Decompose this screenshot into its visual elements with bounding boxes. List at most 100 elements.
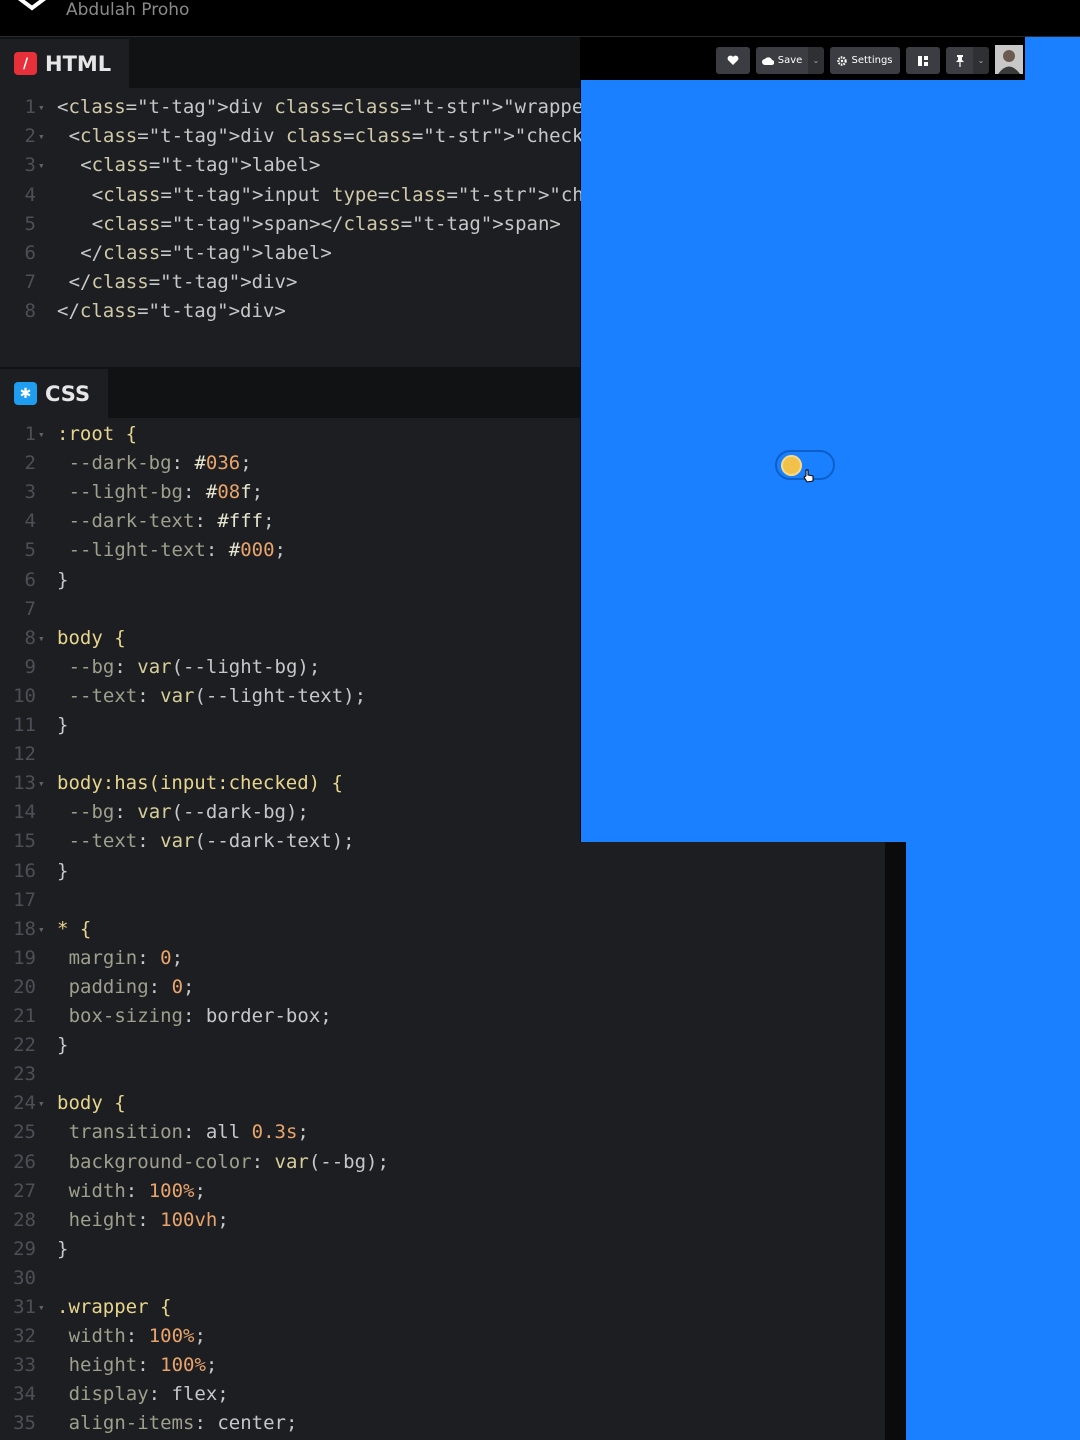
tab-html[interactable]: / HTML [0, 39, 130, 88]
code-text: body { [57, 1092, 126, 1115]
codepen-logo-icon[interactable] [12, 0, 52, 14]
line-number: 15 [13, 830, 36, 853]
code-line[interactable]: 35 align-items: center; [0, 1409, 580, 1438]
code-line[interactable]: 17 [0, 886, 580, 915]
code-text: --dark-text: #fff; [68, 510, 275, 533]
fold-arrow-icon[interactable]: ▾ [38, 93, 45, 122]
code-line[interactable]: 12 [0, 740, 580, 769]
line-number: 2 [24, 125, 36, 148]
top-bar: Abdulah Proho [0, 0, 1080, 37]
line-number: 20 [13, 975, 36, 998]
code-text: align-items: center; [68, 1412, 298, 1435]
code-line[interactable]: 29} [0, 1235, 580, 1264]
code-line[interactable]: 6} [0, 566, 580, 595]
line-number: 34 [13, 1383, 36, 1406]
code-line[interactable]: 4 <class="t-tag">input type=class="t-str"… [0, 181, 676, 210]
code-line[interactable]: 5 --light-text: #000; [0, 536, 580, 565]
settings-button[interactable]: Settings [830, 47, 900, 74]
code-text: box-sizing: border-box; [68, 1005, 332, 1027]
code-line[interactable]: 23 [0, 1060, 580, 1089]
fold-arrow-icon[interactable]: ▾ [38, 915, 45, 944]
pin-dropdown-button[interactable]: ⌄ [973, 47, 989, 74]
author-name[interactable]: Abdulah Proho [66, 0, 189, 20]
layout-button[interactable] [906, 47, 940, 74]
code-text: <class="t-tag">label> [80, 154, 321, 177]
fold-arrow-icon[interactable]: ▾ [38, 122, 45, 151]
code-text: <class="t-tag">div class=class="t-str">"… [57, 96, 618, 118]
tab-css[interactable]: ✱ CSS [0, 369, 109, 418]
code-line[interactable]: 7 </class="t-tag">div> [0, 268, 580, 297]
code-line[interactable]: 20 padding: 0; [0, 973, 580, 1002]
pin-icon [955, 54, 964, 67]
code-line[interactable]: 19 margin: 0; [0, 944, 580, 973]
line-number: 33 [13, 1354, 36, 1377]
code-line[interactable]: 2 ▾ <class="t-tag">div class=class="t-str"… [0, 122, 641, 151]
sun-icon [781, 455, 802, 476]
fold-arrow-icon[interactable]: ▾ [38, 420, 45, 449]
code-line[interactable]: 24 ▾ body { [0, 1089, 580, 1118]
code-line[interactable]: 8 </class="t-tag">div> [0, 297, 580, 326]
line-number: 1 [24, 96, 36, 118]
code-text: width: 100%; [68, 1179, 206, 1202]
code-text: * { [57, 917, 92, 940]
code-line[interactable]: 26 background-color: var(--bg); [0, 1148, 580, 1177]
scrollbar[interactable] [885, 842, 906, 1440]
code-line[interactable]: 4 --dark-text: #fff; [0, 507, 580, 536]
code-line[interactable]: 22} [0, 1031, 580, 1060]
code-line[interactable]: 11} [0, 711, 580, 740]
pin-button[interactable] [946, 47, 973, 74]
code-line[interactable]: 32 width: 100%; [0, 1322, 580, 1351]
code-line[interactable]: 27 width: 100%; [0, 1177, 580, 1206]
fold-arrow-icon[interactable]: ▾ [38, 624, 45, 653]
code-line[interactable]: 15 --text: var(--dark-text); [0, 827, 580, 856]
code-line[interactable]: 16} [0, 857, 580, 886]
code-text: margin: 0; [68, 946, 184, 969]
code-line[interactable]: 10 --text: var(--light-text); [0, 682, 580, 711]
code-line[interactable]: 1 ▾ :root { [0, 420, 580, 449]
code-line[interactable]: 13 ▾ body:has(input:checked) { [0, 769, 580, 798]
code-text: :root { [57, 423, 138, 445]
line-number: 21 [13, 1005, 36, 1027]
fold-arrow-icon[interactable]: ▾ [38, 1089, 45, 1118]
fold-arrow-icon[interactable]: ▾ [38, 151, 45, 180]
code-line[interactable]: 2 --dark-bg: #036; [0, 449, 580, 478]
code-line[interactable]: 5 <class="t-tag">span></class="t-tag">spa… [0, 210, 580, 239]
line-number: 19 [13, 946, 36, 969]
code-line[interactable]: 31 ▾ .wrapper { [0, 1293, 580, 1322]
code-text: .wrapper { [57, 1296, 172, 1318]
save-dropdown-button[interactable]: ⌄ [808, 47, 824, 74]
line-number: 6 [24, 242, 36, 264]
fold-arrow-icon[interactable]: ▾ [38, 769, 45, 798]
code-line[interactable]: 6 </class="t-tag">label> [0, 239, 580, 268]
line-number: 1 [24, 423, 36, 445]
code-line[interactable]: 25 transition: all 0.3s; [0, 1118, 580, 1147]
code-line[interactable]: 21 box-sizing: border-box; [0, 1002, 580, 1031]
heart-button[interactable] [716, 47, 750, 74]
html-icon: / [14, 52, 37, 75]
save-button[interactable]: Save [756, 47, 808, 74]
code-line[interactable]: 34 display: flex; [0, 1380, 580, 1409]
code-line[interactable]: 7 [0, 595, 580, 624]
code-line[interactable]: 3 ▾ <class="t-tag">label> [0, 151, 580, 180]
code-line[interactable]: 1 ▾ <class="t-tag">div class=class="t-str"… [0, 93, 618, 122]
code-text: --text: var(--dark-text); [68, 830, 355, 853]
code-line[interactable]: 30 [0, 1264, 580, 1293]
code-line[interactable]: 18 ▾ * { [0, 915, 580, 944]
code-line[interactable]: 14 --bg: var(--dark-bg); [0, 798, 580, 827]
gear-icon [837, 55, 848, 66]
editor-extension [580, 842, 885, 1440]
line-number: 22 [13, 1034, 36, 1057]
line-number: 10 [13, 684, 36, 707]
chevron-down-icon: ⌄ [977, 56, 985, 65]
code-line[interactable]: 3 --light-bg: #08f; [0, 478, 580, 507]
code-line[interactable]: 8 ▾ body { [0, 624, 580, 653]
css-icon: ✱ [14, 382, 37, 405]
code-line[interactable]: 33 height: 100%; [0, 1351, 580, 1380]
code-line[interactable]: 28 height: 100vh; [0, 1206, 580, 1235]
code-line[interactable]: 9 --bg: var(--light-bg); [0, 653, 580, 682]
line-number: 2 [24, 452, 36, 475]
line-number: 16 [13, 859, 36, 882]
avatar[interactable] [995, 45, 1023, 74]
line-number: 8 [24, 626, 36, 649]
fold-arrow-icon[interactable]: ▾ [38, 1293, 45, 1322]
